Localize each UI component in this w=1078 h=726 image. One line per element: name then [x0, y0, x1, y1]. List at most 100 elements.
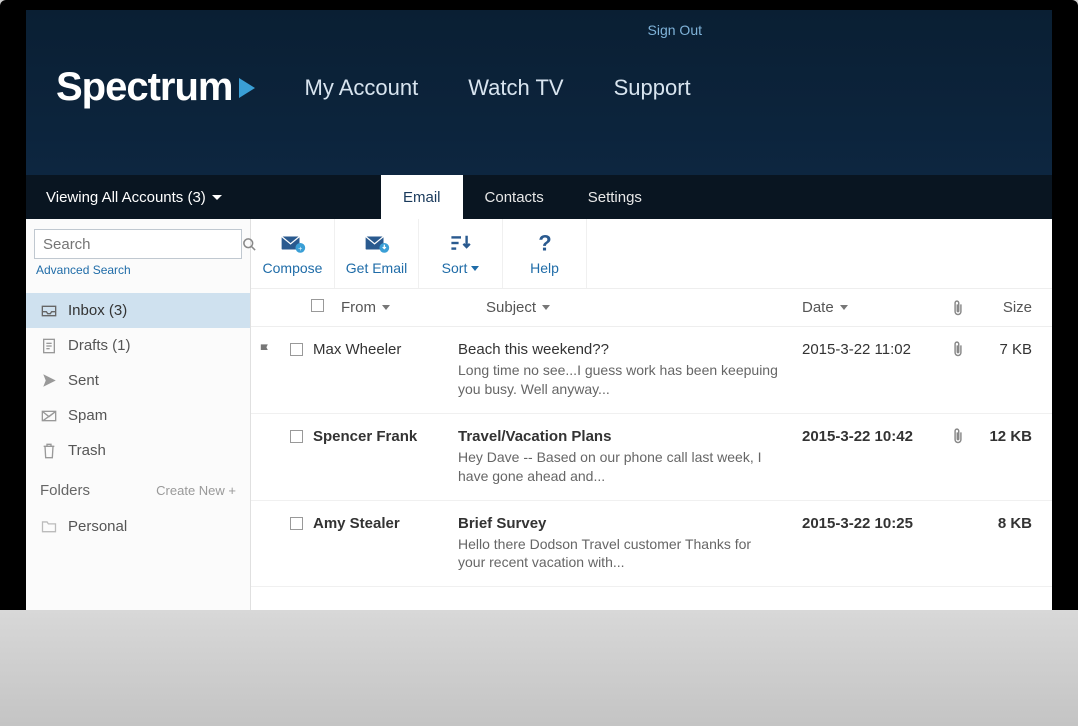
check-cell [279, 428, 313, 486]
advanced-search-link[interactable]: Advanced Search [34, 259, 242, 289]
accounts-label: Viewing All Accounts (3) [46, 189, 206, 206]
folder-label: Personal [68, 518, 127, 535]
message-row[interactable]: Max WheelerBeach this weekend?? Long time… [251, 327, 1052, 414]
monitor-stand [0, 610, 1078, 726]
play-triangle-icon [239, 78, 255, 98]
header: Sign Out Spectrum My Account Watch TV Su… [26, 10, 1052, 175]
create-new-folder[interactable]: Create New + [156, 483, 236, 498]
search-wrap: Advanced Search [26, 229, 250, 293]
chevron-down-icon [212, 195, 222, 200]
attachment-icon [952, 341, 964, 357]
preview-text: Long time no see...I guess work has been… [458, 361, 782, 399]
tab-settings[interactable]: Settings [566, 175, 664, 219]
chevron-down-icon [542, 305, 550, 310]
size-cell: 12 KB [982, 428, 1032, 486]
from-cell: Spencer Frank [313, 428, 458, 486]
size-cell: 8 KB [982, 515, 1032, 573]
tool-label: Get Email [346, 260, 407, 276]
column-size[interactable]: Size [982, 299, 1032, 316]
row-checkbox[interactable] [290, 343, 303, 356]
folder-spam[interactable]: Spam [26, 398, 250, 433]
row-checkbox[interactable] [290, 517, 303, 530]
message-list: Max WheelerBeach this weekend?? Long time… [251, 327, 1052, 587]
toolbar: + Compose Get Email Sort [251, 219, 1052, 289]
select-all-checkbox[interactable] [311, 299, 324, 312]
check-cell [279, 341, 313, 399]
nav-watch-tv[interactable]: Watch TV [468, 75, 563, 101]
folder-list: Inbox (3) Drafts (1) Sent [26, 293, 250, 468]
date-cell: 2015-3-22 10:42 [802, 428, 952, 486]
subheader: Viewing All Accounts (3) Email Contacts … [26, 175, 1052, 219]
section-tabs: Email Contacts Settings [381, 175, 664, 219]
sidebar: Advanced Search Inbox (3) Drafts (1) [26, 219, 251, 610]
tool-label: Help [530, 260, 559, 276]
folder-label: Spam [68, 407, 107, 424]
subject-text: Beach this weekend?? [458, 341, 782, 358]
search-input[interactable] [43, 236, 242, 253]
folders-section-header: Folders Create New + [26, 468, 250, 509]
attachment-icon [952, 428, 964, 444]
help-button[interactable]: ? Help [503, 219, 587, 288]
get-email-icon [364, 232, 390, 254]
sign-out-link[interactable]: Sign Out [648, 22, 702, 38]
get-email-button[interactable]: Get Email [335, 219, 419, 288]
chevron-down-icon [382, 305, 390, 310]
folders-title: Folders [40, 482, 90, 499]
column-date[interactable]: Date [802, 299, 848, 316]
sent-icon [40, 373, 58, 388]
row-checkbox[interactable] [290, 430, 303, 443]
subject-cell: Travel/Vacation PlansHey Dave -- Based o… [458, 428, 802, 486]
column-subject[interactable]: Subject [486, 299, 550, 316]
folder-drafts[interactable]: Drafts (1) [26, 328, 250, 363]
subject-cell: Beach this weekend?? Long time no see...I… [458, 341, 802, 399]
flag-cell[interactable] [251, 515, 279, 573]
screen: Sign Out Spectrum My Account Watch TV Su… [26, 10, 1052, 610]
preview-text: Hey Dave -- Based on our phone call last… [458, 448, 782, 486]
date-cell: 2015-3-22 10:25 [802, 515, 952, 573]
flag-cell[interactable] [251, 341, 279, 399]
search-box[interactable] [34, 229, 242, 259]
nav-support[interactable]: Support [614, 75, 691, 101]
chevron-down-icon [840, 305, 848, 310]
flag-icon [258, 343, 272, 357]
nav-my-account[interactable]: My Account [305, 75, 419, 101]
folder-inbox[interactable]: Inbox (3) [26, 293, 250, 328]
attachment-icon [952, 300, 982, 316]
folder-label: Inbox (3) [68, 302, 127, 319]
folder-label: Sent [68, 372, 99, 389]
tool-label: Sort [442, 260, 480, 276]
folder-sent[interactable]: Sent [26, 363, 250, 398]
accounts-dropdown[interactable]: Viewing All Accounts (3) [26, 175, 381, 219]
top-nav: My Account Watch TV Support [305, 75, 691, 101]
from-cell: Amy Stealer [313, 515, 458, 573]
folder-personal[interactable]: Personal [26, 509, 250, 544]
tab-email[interactable]: Email [381, 175, 463, 219]
help-icon: ? [537, 232, 553, 254]
subject-text: Brief Survey [458, 515, 782, 532]
main-area: Advanced Search Inbox (3) Drafts (1) [26, 219, 1052, 610]
spam-icon [40, 410, 58, 422]
tool-label: Compose [263, 260, 323, 276]
attachment-cell [952, 428, 982, 486]
message-row[interactable]: Amy StealerBrief SurveyHello there Dodso… [251, 501, 1052, 588]
date-cell: 2015-3-22 11:02 [802, 341, 952, 399]
svg-text:?: ? [538, 232, 551, 254]
inbox-icon [40, 305, 58, 317]
tab-contacts[interactable]: Contacts [463, 175, 566, 219]
compose-button[interactable]: + Compose [251, 219, 335, 288]
from-cell: Max Wheeler [313, 341, 458, 399]
compose-icon: + [280, 232, 306, 254]
trash-icon [40, 443, 58, 459]
sort-button[interactable]: Sort [419, 219, 503, 288]
check-cell [279, 515, 313, 573]
folder-icon [40, 520, 58, 533]
svg-text:+: + [298, 244, 302, 253]
drafts-icon [40, 338, 58, 354]
brand-text: Spectrum [56, 65, 233, 110]
folder-trash[interactable]: Trash [26, 433, 250, 468]
flag-cell[interactable] [251, 428, 279, 486]
sort-icon [449, 232, 473, 254]
message-row[interactable]: Spencer FrankTravel/Vacation PlansHey Da… [251, 414, 1052, 501]
attachment-cell [952, 515, 982, 573]
column-from[interactable]: From [341, 299, 390, 316]
